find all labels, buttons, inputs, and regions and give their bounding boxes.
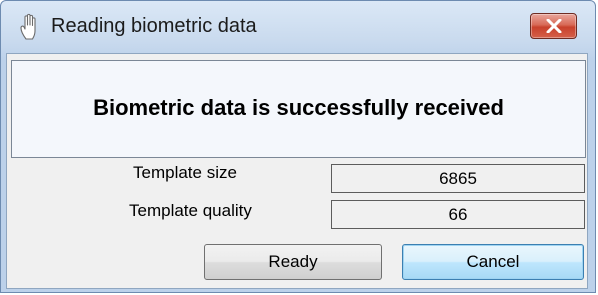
hand-icon	[19, 13, 41, 41]
window-title: Reading biometric data	[51, 15, 257, 37]
close-button[interactable]	[530, 13, 577, 39]
cancel-button[interactable]: Cancel	[402, 244, 584, 280]
status-message: Biometric data is successfully received	[93, 95, 504, 120]
template-quality-value: 66	[331, 200, 585, 229]
template-size-value: 6865	[331, 164, 585, 193]
dialog-window: Reading biometric data Biometric data is…	[0, 0, 596, 293]
close-icon	[546, 19, 562, 33]
template-size-label: Template size	[133, 163, 237, 182]
message-panel: Biometric data is successfully received	[11, 60, 586, 158]
ready-button[interactable]: Ready	[204, 244, 382, 280]
template-quality-label: Template quality	[129, 201, 252, 220]
title-bar[interactable]: Reading biometric data	[1, 1, 595, 53]
